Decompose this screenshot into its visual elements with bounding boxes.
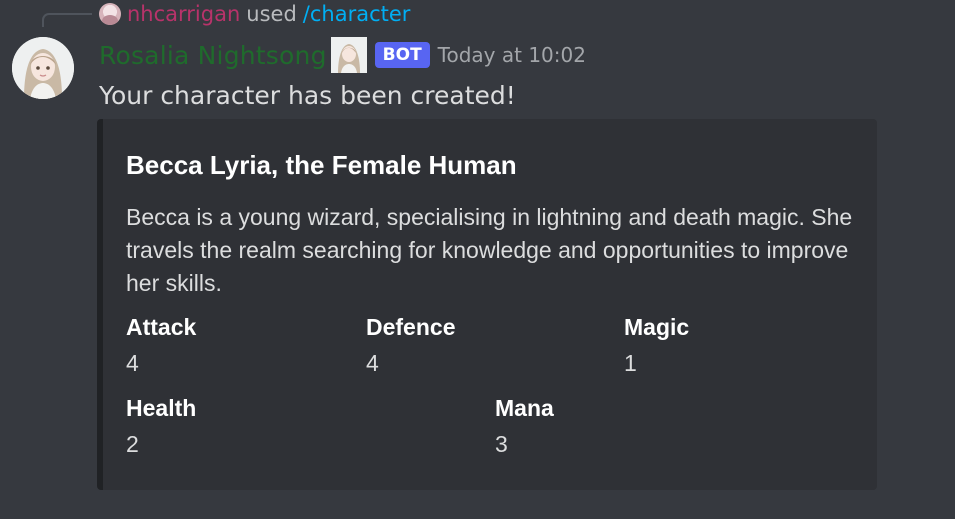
field-name: Mana xyxy=(495,395,554,421)
field-magic: Magic 1 xyxy=(624,312,689,378)
field-value: 3 xyxy=(495,431,508,457)
field-name: Defence xyxy=(366,314,456,340)
reply-used-text: used xyxy=(246,2,297,26)
message-content: Your character has been created! xyxy=(99,81,516,110)
reply-username[interactable]: nhcarrigan xyxy=(127,0,240,28)
anime-girl-avatar-icon xyxy=(12,37,74,99)
field-defence: Defence 4 xyxy=(366,312,455,378)
reply-command[interactable]: /character xyxy=(303,0,411,28)
field-name: Attack xyxy=(126,314,197,340)
field-value: 1 xyxy=(624,350,637,376)
field-name: Magic xyxy=(624,314,690,340)
field-value: 2 xyxy=(126,431,139,457)
field-value: 4 xyxy=(366,350,379,376)
reply-context[interactable]: nhcarrigan used /character xyxy=(99,0,410,28)
field-value: 4 xyxy=(126,350,139,376)
author-badge-icon xyxy=(330,37,367,73)
field-health: Health 2 xyxy=(126,393,196,459)
message-timestamp[interactable]: Today at 10:02 xyxy=(438,43,586,67)
reply-spine xyxy=(42,13,92,27)
field-name: Health xyxy=(126,395,197,421)
user-avatar-icon[interactable] xyxy=(99,3,121,25)
message-header: Rosalia Nightsong BOT Today at 10:02 xyxy=(99,36,586,74)
author-avatar[interactable] xyxy=(12,37,74,99)
bot-tag: BOT xyxy=(374,42,430,68)
author-name[interactable]: Rosalia Nightsong xyxy=(99,41,327,70)
field-mana: Mana 3 xyxy=(495,393,554,459)
embed-description: Becca is a young wizard, specialising in… xyxy=(126,204,853,296)
embed-title: Becca Lyria, the Female Human xyxy=(126,150,517,180)
character-embed: Becca Lyria, the Female Human Becca is a… xyxy=(97,119,877,490)
field-attack: Attack 4 xyxy=(126,312,196,378)
